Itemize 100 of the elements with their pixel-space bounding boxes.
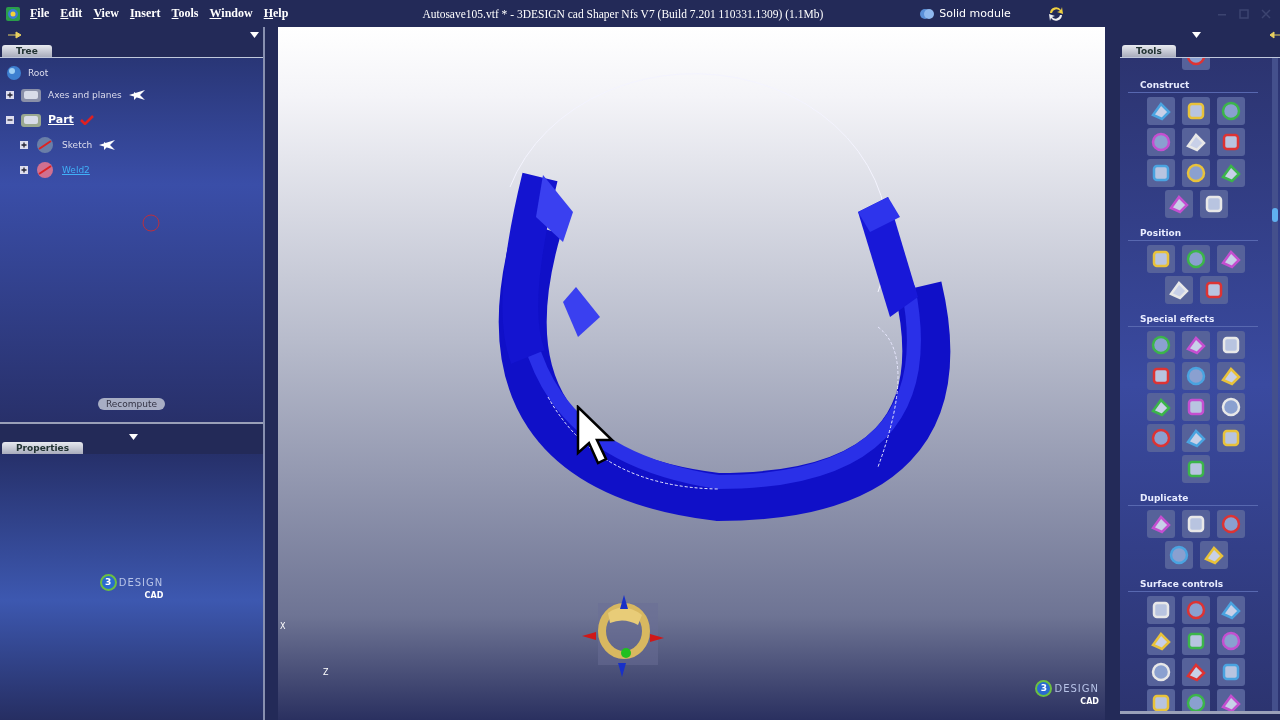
dropdown-icon[interactable] — [1192, 32, 1201, 38]
tool-button[interactable] — [1147, 97, 1175, 125]
tools-tab[interactable]: Tools — [1122, 45, 1176, 57]
globe-icon — [6, 65, 22, 81]
menu-item[interactable]: File — [29, 6, 51, 21]
tool-icon — [1167, 279, 1190, 301]
tool-button[interactable] — [1217, 245, 1245, 273]
tree-item[interactable]: Root — [28, 68, 49, 78]
tool-button[interactable] — [1182, 510, 1210, 538]
menu-item[interactable]: View — [92, 6, 120, 21]
tool-icon — [1185, 692, 1207, 711]
section-title: Surface controls — [1139, 578, 1225, 589]
tool-button[interactable] — [1147, 627, 1175, 655]
module-label[interactable]: Solid module — [939, 7, 1011, 20]
tool-button[interactable] — [1147, 689, 1175, 711]
properties-tab[interactable]: Properties — [2, 442, 84, 454]
tool-button[interactable] — [1217, 689, 1245, 711]
tool-icon — [1220, 131, 1242, 153]
menu-item[interactable]: Window — [208, 6, 254, 21]
tool-icon — [1185, 162, 1207, 184]
tool-icon — [1220, 248, 1242, 270]
tool-button[interactable] — [1217, 658, 1245, 686]
tree-tab[interactable]: Tree — [2, 45, 52, 57]
tool-button[interactable] — [1164, 276, 1193, 304]
tool-button[interactable] — [1147, 159, 1175, 187]
tool-icon — [1150, 365, 1172, 387]
menu-item[interactable]: Tools — [170, 6, 200, 21]
tool-button[interactable] — [1182, 128, 1210, 156]
expand-icon[interactable] — [6, 90, 14, 99]
pin-icon[interactable] — [1270, 31, 1280, 39]
tree-item[interactable]: Axes and planes — [48, 89, 122, 100]
menu-item[interactable]: Insert — [128, 6, 162, 21]
tool-icon — [1220, 396, 1242, 418]
tool-button[interactable] — [1217, 128, 1245, 156]
refresh-icon[interactable] — [1046, 4, 1065, 23]
tool-icon — [1150, 599, 1172, 621]
tool-icon — [1185, 599, 1207, 621]
section-title: Construct — [1139, 79, 1191, 90]
pin-icon[interactable] — [8, 31, 22, 39]
tool-button[interactable] — [1147, 658, 1175, 686]
expand-icon[interactable] — [20, 140, 28, 149]
window-title: Autosave105.vtf * - 3DESIGN cad Shaper Nfs V7 (Build 7.201 110331.1309) (1.1Mb) — [422, 7, 824, 20]
sketch-icon — [34, 135, 56, 154]
tool-icon — [1220, 162, 1242, 184]
scroll-thumb[interactable] — [1272, 208, 1278, 222]
tool-button[interactable] — [1217, 362, 1245, 390]
recompute-button[interactable]: Recompute — [97, 398, 166, 410]
tool-button[interactable] — [1182, 393, 1210, 421]
tool-icon — [1185, 458, 1207, 480]
tool-button[interactable] — [1217, 159, 1245, 187]
tool-icon — [1185, 248, 1207, 270]
tool-icon — [1220, 692, 1242, 711]
tool-icon — [1150, 162, 1172, 184]
tool-button[interactable] — [1147, 393, 1175, 421]
tool-button[interactable] — [1147, 362, 1175, 390]
tool-button[interactable] — [1199, 276, 1228, 304]
tool-icon — [1150, 334, 1172, 356]
tool-button[interactable] — [1164, 190, 1193, 218]
tool-button[interactable] — [1147, 596, 1175, 624]
collapse-icon[interactable] — [6, 115, 14, 124]
tool-button[interactable] — [1217, 331, 1245, 359]
tool-button[interactable] — [1147, 510, 1175, 538]
tool-button[interactable] — [1217, 424, 1245, 452]
tool-icon — [1202, 544, 1225, 566]
tool-icon — [1150, 131, 1172, 153]
menu-item[interactable]: Help — [262, 6, 290, 21]
tool-button[interactable] — [1182, 627, 1210, 655]
tool-button[interactable] — [1182, 97, 1210, 125]
tool-button[interactable] — [1182, 159, 1210, 187]
section-title: Duplicate — [1139, 492, 1190, 503]
tool-button[interactable] — [1164, 541, 1193, 569]
tool-button[interactable] — [1199, 541, 1228, 569]
tool-button[interactable] — [1182, 331, 1210, 359]
tool-icon — [1185, 365, 1207, 387]
tool-button[interactable] — [1217, 393, 1245, 421]
tool-icon — [1167, 193, 1190, 215]
tool-icon — [1150, 513, 1172, 535]
brand-logo: 3 DESIGN CAD — [1035, 680, 1099, 706]
tool-button[interactable] — [1182, 424, 1210, 452]
tool-icon — [1185, 100, 1207, 122]
tool-button[interactable] — [1182, 658, 1210, 686]
tool-icon — [1185, 661, 1207, 683]
spheres-icon — [919, 6, 936, 21]
tool-icon — [1220, 334, 1242, 356]
tool-icon — [1150, 630, 1172, 652]
tool-button[interactable] — [1182, 455, 1210, 483]
tool-icon — [1185, 513, 1207, 535]
tree-item[interactable]: Sketch — [62, 139, 93, 150]
tool-button[interactable] — [1217, 596, 1245, 624]
cursor-ring-icon — [141, 213, 161, 233]
tree-item[interactable]: Part — [48, 113, 74, 126]
dropdown-icon[interactable] — [250, 32, 259, 38]
section-title: Position — [1139, 227, 1183, 238]
tool-icon — [1150, 692, 1172, 711]
section-title: Special effects — [1139, 313, 1216, 324]
menu-item[interactable]: Edit — [59, 6, 84, 21]
tool-button[interactable] — [1199, 190, 1228, 218]
expand-icon[interactable] — [20, 165, 28, 174]
tool-icon — [1185, 396, 1207, 418]
tool-button[interactable] — [1147, 245, 1175, 273]
